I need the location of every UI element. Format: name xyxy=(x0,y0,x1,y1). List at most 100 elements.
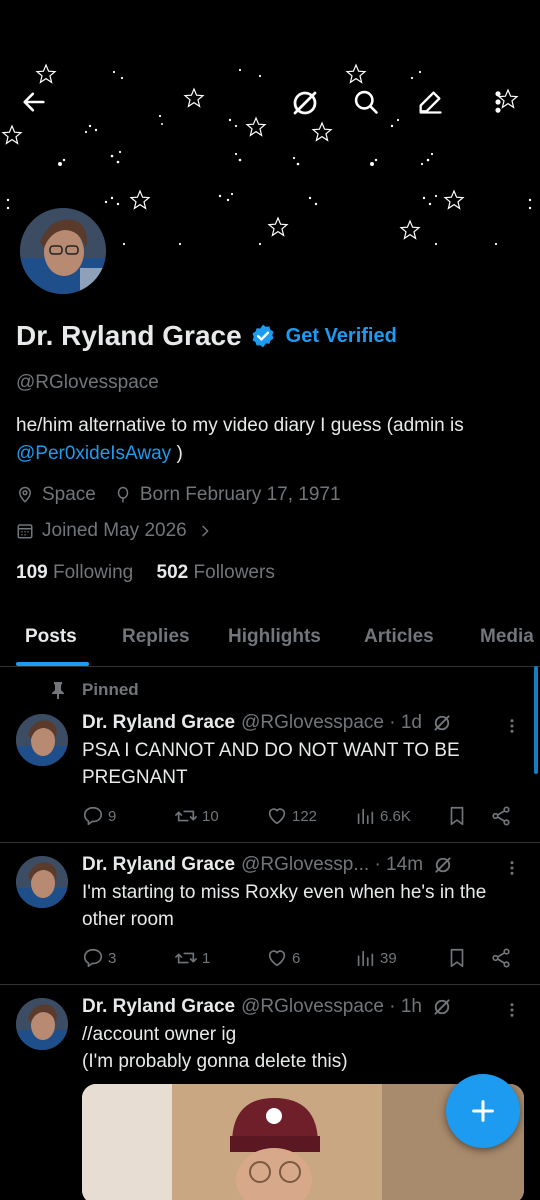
views-button[interactable]: 6.6K xyxy=(354,805,411,827)
birthday-item: Born February 17, 1971 xyxy=(114,484,341,506)
repost-count: 10 xyxy=(202,807,219,825)
post-header: Dr. Ryland Grace @RGlovesspace · 1d xyxy=(82,712,452,734)
followers-count: 502 xyxy=(156,562,189,583)
post-avatar[interactable] xyxy=(16,714,68,766)
analytics-icon xyxy=(357,808,374,825)
grok-icon[interactable] xyxy=(433,855,453,875)
post-author-name[interactable]: Dr. Ryland Grace xyxy=(82,854,235,876)
following-label: Following xyxy=(52,562,134,583)
post-actions: 3 1 6 39 xyxy=(82,947,522,971)
more-vertical-icon xyxy=(510,1003,514,1017)
share-icon xyxy=(492,806,510,826)
repost-button[interactable]: 1 xyxy=(174,947,210,969)
post-actions: 9 10 122 6.6K xyxy=(82,805,522,829)
tab-replies[interactable]: Replies xyxy=(122,626,190,648)
reply-button[interactable]: 3 xyxy=(82,947,116,969)
chevron-right-icon xyxy=(201,525,209,537)
bio-end: ) xyxy=(171,443,183,464)
avatar-image xyxy=(16,714,68,766)
balloon-icon xyxy=(117,486,129,503)
like-count: 6 xyxy=(292,949,301,967)
profile-avatar[interactable] xyxy=(16,204,110,298)
followers-label: Followers xyxy=(193,562,275,583)
grok-icon[interactable] xyxy=(432,713,452,733)
pencil-icon xyxy=(419,91,442,114)
post-header: Dr. Ryland Grace @RGlovessp... · 14m xyxy=(82,854,453,876)
bookmark-icon xyxy=(450,948,464,968)
pinned-indicator: Pinned xyxy=(50,680,139,700)
joined-row[interactable]: Joined May 2026 xyxy=(16,520,239,542)
repost-button[interactable]: 10 xyxy=(174,805,219,827)
tab-posts[interactable]: Posts xyxy=(25,626,77,648)
verified-badge-icon[interactable] xyxy=(250,323,276,349)
reply-icon xyxy=(83,948,103,968)
share-button[interactable] xyxy=(490,947,516,969)
profile-meta: Space Born February 17, 1971 xyxy=(16,484,359,506)
post-text: //account owner ig (I'm probably gonna d… xyxy=(82,1024,348,1072)
like-button[interactable]: 122 xyxy=(266,805,317,827)
tab-media[interactable]: Media xyxy=(480,626,534,648)
post-more-button[interactable] xyxy=(500,998,524,1022)
search-icon xyxy=(354,90,378,114)
reply-count: 3 xyxy=(108,949,117,967)
following-link[interactable]: 109 Following xyxy=(16,562,133,583)
post-author-name[interactable]: Dr. Ryland Grace xyxy=(82,996,235,1018)
bio-text: he/him alternative to my video diary I g… xyxy=(16,415,464,436)
post-divider xyxy=(0,842,540,843)
followers-link[interactable]: 502 Followers xyxy=(157,562,275,583)
search-button[interactable] xyxy=(352,88,388,124)
post-more-button[interactable] xyxy=(500,856,524,880)
grok-button[interactable] xyxy=(290,88,326,124)
scrollbar[interactable] xyxy=(534,666,538,774)
tab-highlights[interactable]: Highlights xyxy=(228,626,321,648)
calendar-icon xyxy=(17,524,33,539)
compose-post-button[interactable] xyxy=(446,1074,520,1148)
post-avatar[interactable] xyxy=(16,998,68,1050)
follow-stats: 109 Following 502 Followers xyxy=(16,562,275,584)
bookmark-button[interactable] xyxy=(446,805,472,827)
profile-bio: he/him alternative to my video diary I g… xyxy=(16,412,526,468)
share-icon xyxy=(492,948,510,968)
bookmark-button[interactable] xyxy=(446,947,472,969)
joined-text: Joined May 2026 xyxy=(42,520,187,541)
post-avatar[interactable] xyxy=(16,856,68,908)
post-text: I'm starting to miss Roxky even when he'… xyxy=(82,882,487,930)
joined-item[interactable]: Joined May 2026 xyxy=(16,520,221,542)
following-count: 109 xyxy=(16,562,48,583)
get-verified-link[interactable]: Get Verified xyxy=(286,325,397,348)
avatar-image xyxy=(20,208,106,294)
like-count: 122 xyxy=(292,807,318,825)
like-button[interactable]: 6 xyxy=(266,947,300,969)
more-button[interactable] xyxy=(484,88,520,124)
edit-button[interactable] xyxy=(416,88,452,124)
tab-articles[interactable]: Articles xyxy=(364,626,434,648)
birthday-text: Born February 17, 1971 xyxy=(139,484,341,505)
active-tab-indicator xyxy=(16,662,89,666)
pin-icon xyxy=(52,682,64,699)
post-text: PSA I CANNOT AND DO NOT WANT TO BE PREGN… xyxy=(82,740,460,788)
profile-tabs: Posts Replies Highlights Articles Media xyxy=(0,612,540,667)
heart-icon xyxy=(268,808,286,825)
share-button[interactable] xyxy=(490,805,516,827)
repost-count: 1 xyxy=(202,949,211,967)
bio-mention-link[interactable]: @Per0xideIsAway xyxy=(16,443,171,464)
avatar-image xyxy=(16,856,68,908)
repost-icon xyxy=(175,952,197,964)
post-author-handle[interactable]: @RGlovesspace · 1d xyxy=(241,712,422,734)
profile-name: Dr. Ryland Grace xyxy=(16,320,242,351)
post-more-button[interactable] xyxy=(500,714,524,738)
more-vertical-icon xyxy=(510,861,514,875)
post-author-name[interactable]: Dr. Ryland Grace xyxy=(82,712,235,734)
views-button[interactable]: 39 xyxy=(354,947,397,969)
reply-button[interactable]: 9 xyxy=(82,805,116,827)
post-divider xyxy=(0,984,540,985)
post-header: Dr. Ryland Grace @RGlovesspace · 1h xyxy=(82,996,452,1018)
post-author-handle[interactable]: @RGlovessp... · 14m xyxy=(241,854,423,876)
profile-handle: @RGlovesspace xyxy=(16,372,159,393)
back-button[interactable] xyxy=(20,88,56,124)
post-author-handle[interactable]: @RGlovesspace · 1h xyxy=(241,996,422,1018)
heart-icon xyxy=(268,950,286,967)
more-vertical-icon xyxy=(495,91,501,113)
plus-icon xyxy=(472,1100,494,1122)
grok-icon[interactable] xyxy=(432,997,452,1017)
